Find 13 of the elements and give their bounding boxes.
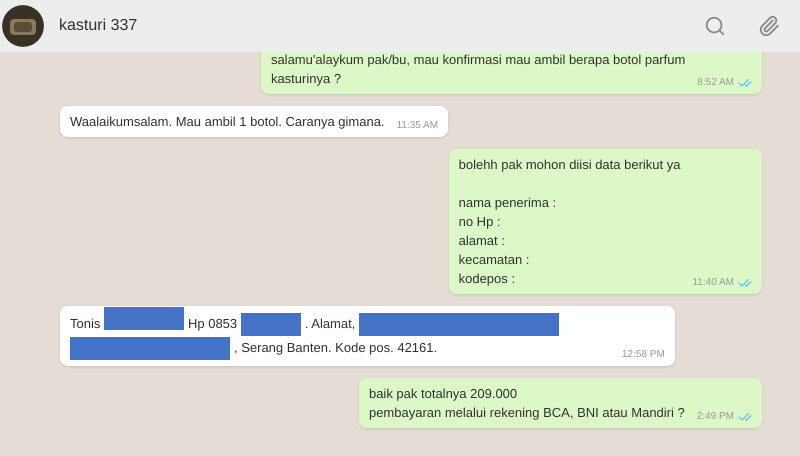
message-time: 12:58 PM xyxy=(622,348,665,362)
message-time: 11:40 AM xyxy=(692,276,734,290)
message-text: baik pak totalnya 209.000 pembayaran melalui rekening BCA, BNI atau Mandiri ? xyxy=(368,385,685,422)
avatar[interactable] xyxy=(2,5,44,47)
message-text: Waalaikumsalam. Mau ambil 1 botol. Caranya gimana. xyxy=(70,113,385,131)
message-time: 11:35 AM xyxy=(396,119,438,133)
message-text: bolehh pak mohon diisi data berikut ya nama penerima : no Hp : alamat : kecamatan : kodepos : xyxy=(458,156,680,288)
message-text: salamu'alaykum pak/bu, mau konfirmasi mau ambil berapa botol parfum kasturinya ? xyxy=(270,52,686,88)
message-time: 8:52 AM xyxy=(697,76,734,90)
message-text: Tonis Hp 0853 . Alamat, , Serang Banten. Kode pos. 42161. xyxy=(70,312,610,360)
contact-name: kasturi 337 xyxy=(59,16,138,36)
redaction-block xyxy=(240,313,301,336)
message-time: 2:49 PM xyxy=(696,410,734,424)
